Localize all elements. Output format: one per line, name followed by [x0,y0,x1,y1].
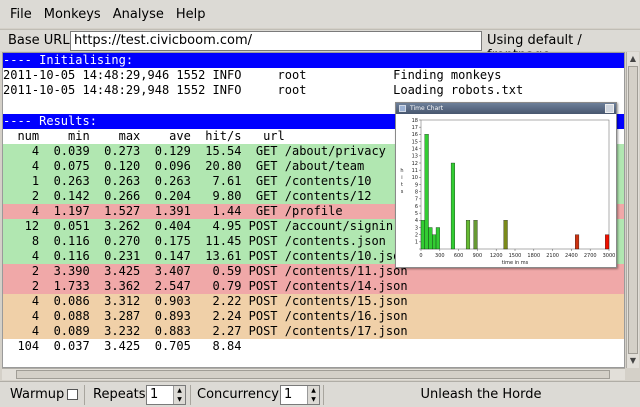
histogram-bar [435,227,440,250]
y-tick-label: 12 [412,161,418,167]
log-line: 2011-10-05 14:48:29,946 1552 INFO root F… [3,68,502,82]
x-tick-label: 3000 [603,253,616,259]
concurrency-spinbox[interactable]: 1 ▲ ▼ [280,385,320,405]
chart-window-title: Time Chart [410,105,444,112]
divider [84,385,85,405]
warmup-checkbox[interactable] [67,389,78,400]
histogram-bar [465,220,471,250]
plot-area [420,119,610,250]
histogram-bar [432,234,437,250]
scroll-up-icon[interactable]: ▲ [627,52,639,65]
unleash-button[interactable]: Unleash the Horde [326,384,636,406]
y-tick-label: 3 [415,225,418,231]
y-axis-label: h [400,168,403,174]
control-bar: Warmup Repeats 1 ▲ ▼ Concurrency 1 ▲ ▼ Unl… [0,381,640,407]
base-url-input[interactable]: https://test.civicboom.com/ [70,31,482,51]
result-row: 2 1.733 3.362 2.547 0.79 POST /contents/… [3,279,624,294]
y-tick-label: 6 [415,204,418,210]
menu-help[interactable]: Help [170,7,212,22]
window-icon [399,105,406,112]
x-tick-label: 2100 [546,253,559,259]
y-axis-label: i [401,175,402,181]
y-tick-label: 15 [412,139,418,145]
y-tick-label: 9 [415,182,418,188]
repeats-spinbox[interactable]: 1 ▲ ▼ [146,385,186,405]
close-icon[interactable] [605,104,614,113]
spin-arrows-icon[interactable]: ▲ ▼ [307,386,319,404]
histogram-bar [473,220,478,250]
result-row: 4 0.086 3.312 0.903 2.22 POST /contents/… [3,294,624,309]
y-tick-label: 2 [415,232,418,238]
log-vertical-scrollbar[interactable]: ▲ ▼ [626,52,639,368]
x-tick-label: 1200 [490,253,503,259]
y-tick-label: 1 [415,240,418,246]
y-tick-label: 18 [412,118,418,124]
histogram-bar [605,234,610,250]
y-axis-label: t [401,182,403,188]
scroll-thumb[interactable] [16,370,610,379]
menu-monkeys[interactable]: Monkeys [38,7,107,22]
y-tick-label: 14 [412,146,418,152]
results-total-row: 104 0.037 3.425 0.705 8.84 [3,339,242,353]
divider [323,385,324,405]
x-tick-label: 1500 [509,253,522,259]
y-tick-label: 16 [412,132,418,138]
concurrency-label: Concurrency [197,387,279,402]
x-axis-label: time in ms [502,260,529,266]
y-tick-label: 7 [415,197,418,203]
warmup-label: Warmup [10,387,65,402]
x-tick-label: 900 [473,253,483,259]
histogram-bar [503,220,508,250]
result-row: 4 0.088 3.287 0.893 2.24 POST /contents/… [3,309,624,324]
histogram-bar [450,162,455,250]
x-tick-label: 2700 [584,253,597,259]
x-tick-label: 600 [454,253,464,259]
y-tick-label: 11 [412,168,418,174]
x-tick-label: 2400 [565,253,578,259]
log-horizontal-scrollbar[interactable] [2,368,625,380]
x-tick-label: 1800 [527,253,540,259]
y-tick-label: 17 [412,125,418,131]
y-tick-label: 5 [415,211,418,217]
section-header-initialising: ---- Initialising: [3,53,624,68]
spin-arrows-icon[interactable]: ▲ ▼ [173,386,185,404]
menu-analyse[interactable]: Analyse [107,7,170,22]
result-row: 4 0.089 3.232 0.883 2.27 POST /contents/… [3,324,624,339]
log-line: 2011-10-05 14:48:29,948 1552 INFO root L… [3,83,524,97]
y-tick-label: 13 [412,154,418,160]
histogram-bar [428,227,433,250]
y-tick-label: 10 [412,175,418,181]
y-axis-label: s [401,189,404,195]
time-chart-window[interactable]: Time Chart 1 2 3 4 5 6 7 8 9 10 11 12 13 14 15 16 17 18 0 3… [395,102,617,268]
scroll-thumb[interactable] [628,66,638,354]
histogram-bar [424,134,429,250]
menu-bar: File Monkeys Analyse Help [0,0,640,28]
y-tick-label: 4 [415,218,418,224]
chart-window-titlebar[interactable]: Time Chart [396,103,616,114]
base-url-label: Base URL [8,33,70,48]
scroll-down-icon[interactable]: ▼ [627,354,639,367]
repeats-label: Repeats [93,387,146,402]
y-tick-label: 8 [415,189,418,195]
url-bar: Base URL https://test.civicboom.com/ Usi… [0,29,640,63]
histogram-bar [575,234,580,250]
time-histogram-chart: 1234567891011121314151617180 300 600 900 120… [400,118,616,266]
x-tick-label: 300 [435,253,445,259]
menu-file[interactable]: File [4,7,38,22]
x-tick-label: 0 [419,253,422,259]
repeats-value: 1 [150,387,159,402]
histogram-bar [420,220,425,250]
divider [190,385,191,405]
concurrency-value: 1 [284,387,293,402]
